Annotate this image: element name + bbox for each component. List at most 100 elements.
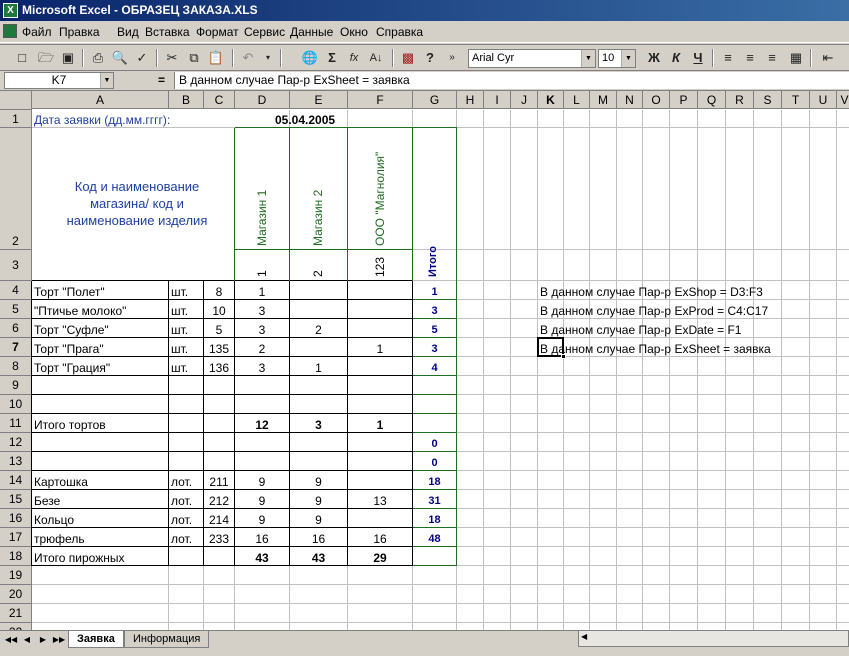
cell[interactable]: 3 bbox=[415, 341, 454, 357]
vertical-header[interactable]: 123 bbox=[373, 257, 387, 277]
spellcheck-icon[interactable]: ✓ bbox=[132, 49, 152, 67]
column-header[interactable]: U bbox=[810, 91, 837, 109]
cell[interactable]: "Птичье молоко" bbox=[34, 303, 166, 319]
cell[interactable]: 0 bbox=[415, 436, 454, 452]
row-header[interactable]: 15 bbox=[0, 490, 32, 509]
cell[interactable]: трюфель bbox=[34, 531, 166, 547]
cell[interactable]: 16 bbox=[350, 531, 410, 547]
row-header[interactable]: 2 bbox=[0, 128, 32, 250]
cut-icon[interactable]: ✂ bbox=[162, 49, 182, 67]
column-header[interactable]: I bbox=[484, 91, 511, 109]
vertical-header[interactable]: Магазин 1 bbox=[255, 190, 269, 246]
column-header[interactable]: V bbox=[837, 91, 849, 109]
chevron-down-icon[interactable]: ▼ bbox=[100, 73, 113, 88]
row-header[interactable]: 18 bbox=[0, 547, 32, 566]
column-header[interactable]: P bbox=[670, 91, 698, 109]
cell[interactable]: 43 bbox=[237, 550, 287, 566]
select-all-corner[interactable] bbox=[0, 91, 32, 110]
open-icon[interactable]: 🗁 bbox=[36, 49, 56, 67]
cell[interactable]: Торт "Суфле" bbox=[34, 322, 166, 338]
row-header[interactable]: 6 bbox=[0, 319, 32, 338]
row-header[interactable]: 20 bbox=[0, 585, 32, 604]
column-header[interactable]: G bbox=[413, 91, 457, 109]
help-icon[interactable]: ? bbox=[420, 49, 440, 67]
prev-sheet-icon[interactable]: ◀ bbox=[20, 633, 34, 647]
cell[interactable]: 18 bbox=[415, 474, 454, 490]
horizontal-scrollbar[interactable]: ◀ bbox=[578, 630, 849, 647]
row-header[interactable]: 22 bbox=[0, 623, 32, 630]
menu-view[interactable]: Вид bbox=[117, 24, 139, 40]
first-sheet-icon[interactable]: ◀◀ bbox=[4, 633, 18, 647]
cell[interactable]: лот. bbox=[171, 531, 201, 547]
menu-file[interactable]: Файл bbox=[22, 24, 52, 40]
cell[interactable]: Итого пирожных bbox=[34, 550, 166, 566]
column-header[interactable]: O bbox=[643, 91, 670, 109]
vertical-header[interactable]: Магазин 2 bbox=[311, 190, 325, 246]
cell[interactable]: 13 bbox=[350, 493, 410, 509]
cell[interactable]: шт. bbox=[171, 322, 201, 338]
cell[interactable]: 31 bbox=[415, 493, 454, 509]
menu-window[interactable]: Окно bbox=[340, 24, 368, 40]
cell[interactable]: В данном случае Пар-р ExDate = F1 bbox=[540, 322, 840, 338]
cell[interactable]: 3 bbox=[237, 322, 287, 338]
column-header[interactable]: N bbox=[617, 91, 643, 109]
column-header[interactable]: M bbox=[590, 91, 617, 109]
chevron-down-icon[interactable]: ▼ bbox=[581, 50, 595, 67]
cell[interactable]: шт. bbox=[171, 341, 201, 357]
cell[interactable]: 3 bbox=[237, 360, 287, 376]
document-icon[interactable] bbox=[3, 24, 17, 38]
autosum-icon[interactable]: Σ bbox=[322, 49, 342, 67]
cell[interactable]: лот. bbox=[171, 512, 201, 528]
cell[interactable]: шт. bbox=[171, 360, 201, 376]
row-header[interactable]: 8 bbox=[0, 357, 32, 376]
cell[interactable]: Безе bbox=[34, 493, 166, 509]
undo-dropdown-icon[interactable]: ▾ bbox=[258, 49, 278, 67]
chart-icon[interactable]: ▩ bbox=[398, 49, 418, 67]
column-header[interactable]: L bbox=[564, 91, 590, 109]
worksheet-grid[interactable]: A B C D E F G H I J K L M N O P Q R S T U V 1 2 3 4 5 6 7 8 9 10 11 12 13 1… bbox=[0, 91, 849, 630]
underline-button[interactable]: Ч bbox=[688, 49, 708, 67]
row-header[interactable]: 3 bbox=[0, 250, 32, 281]
formula-input[interactable]: В данном случае Пар-р ExSheet = заявка bbox=[174, 72, 849, 89]
vertical-header[interactable]: 2 bbox=[311, 270, 325, 277]
cell[interactable]: 9 bbox=[237, 493, 287, 509]
cell[interactable]: Картошка bbox=[34, 474, 166, 490]
row-header[interactable]: 11 bbox=[0, 414, 32, 433]
column-header[interactable]: J bbox=[511, 91, 538, 109]
cell[interactable]: лот. bbox=[171, 474, 201, 490]
menu-tools[interactable]: Сервис bbox=[244, 24, 285, 40]
column-header[interactable]: D bbox=[235, 91, 290, 109]
scroll-left-icon[interactable]: ◀ bbox=[581, 632, 587, 641]
cell[interactable]: Торт "Полет" bbox=[34, 284, 166, 300]
tab-informatsiya[interactable]: Информация bbox=[124, 631, 210, 648]
cell[interactable]: Кольцо bbox=[34, 512, 166, 528]
merge-icon[interactable]: ▦ bbox=[786, 49, 806, 67]
column-header[interactable]: C bbox=[204, 91, 235, 109]
font-size-select[interactable]: 10 ▼ bbox=[598, 49, 636, 68]
undo-icon[interactable]: ↶ bbox=[238, 49, 258, 67]
cell[interactable]: 18 bbox=[415, 512, 454, 528]
align-left-icon[interactable]: ≡ bbox=[718, 49, 738, 67]
column-header[interactable]: R bbox=[726, 91, 754, 109]
cell[interactable]: 1 bbox=[350, 417, 410, 433]
next-sheet-icon[interactable]: ▶ bbox=[36, 633, 50, 647]
cell[interactable]: В данном случае Пар-р ExProd = C4:C17 bbox=[540, 303, 840, 319]
cell[interactable]: 05.04.2005 bbox=[275, 112, 365, 128]
name-box[interactable]: K7 ▼ bbox=[4, 72, 114, 89]
row-header[interactable]: 9 bbox=[0, 376, 32, 395]
menu-format[interactable]: Формат bbox=[196, 24, 239, 40]
cell[interactable]: 16 bbox=[292, 531, 345, 547]
cell[interactable]: 9 bbox=[292, 474, 345, 490]
row-header[interactable]: 5 bbox=[0, 300, 32, 319]
cell[interactable]: 9 bbox=[237, 512, 287, 528]
italic-button[interactable]: К bbox=[666, 49, 686, 67]
cell[interactable]: 8 bbox=[206, 284, 232, 300]
cell[interactable]: лот. bbox=[171, 493, 201, 509]
cell[interactable]: Торт "Грация" bbox=[34, 360, 166, 376]
cell[interactable]: 12 bbox=[237, 417, 287, 433]
indent-icon[interactable]: ⇤ bbox=[818, 49, 838, 67]
column-header[interactable]: F bbox=[348, 91, 413, 109]
sort-icon[interactable]: A↓ bbox=[366, 49, 386, 67]
menu-insert[interactable]: Вставка bbox=[145, 24, 190, 40]
cell[interactable]: 3 bbox=[415, 303, 454, 319]
